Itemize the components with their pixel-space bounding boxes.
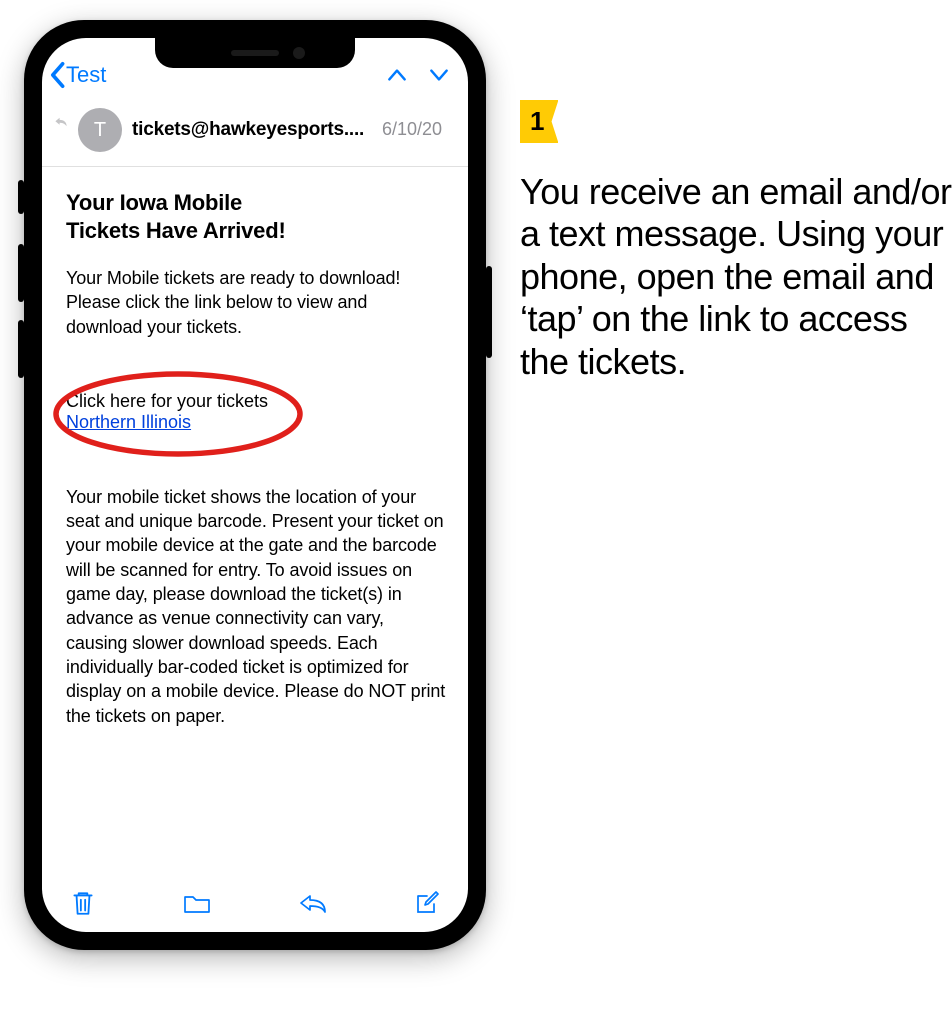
power-button <box>486 266 492 358</box>
chevron-left-icon <box>48 61 66 89</box>
mail-toolbar <box>42 872 468 932</box>
message-header: T tickets@hawkeyesports.... 6/10/20 <box>42 102 468 167</box>
sender-address[interactable]: tickets@hawkeyesports.... <box>132 119 364 141</box>
ticket-link[interactable]: Northern Illinois <box>66 412 191 432</box>
phone-mockup: Test T tickets@hawkeyesports... <box>24 20 486 950</box>
back-label: Test <box>66 62 106 88</box>
notch <box>155 38 355 68</box>
message-subject: Your Iowa Mobile Tickets Have Arrived! <box>66 189 448 244</box>
volume-up-button <box>18 244 24 302</box>
phone-screen: Test T tickets@hawkeyesports... <box>42 38 468 932</box>
reply-button[interactable] <box>298 891 328 915</box>
link-prompt: Click here for your tickets <box>66 391 448 412</box>
sender-avatar[interactable]: T <box>78 108 122 152</box>
ticket-link-block: Click here for your tickets Northern Ill… <box>66 391 448 433</box>
volume-down-button <box>18 320 24 378</box>
instruction-panel: 1 You receive an email and/or a text mes… <box>520 20 952 950</box>
mute-switch <box>18 180 24 214</box>
intro-paragraph: Your Mobile tickets are ready to downloa… <box>66 266 448 339</box>
details-paragraph: Your mobile ticket shows the location of… <box>66 485 448 728</box>
step-number: 1 <box>530 106 544 136</box>
reply-indicator-icon <box>54 113 68 134</box>
front-camera <box>293 47 305 59</box>
trash-button[interactable] <box>70 889 96 917</box>
message-date: 6/10/20 <box>382 119 448 140</box>
speaker <box>231 50 279 56</box>
step-instruction: You receive an email and/or a text messa… <box>520 171 952 383</box>
mail-app: Test T tickets@hawkeyesports... <box>42 38 468 932</box>
message-body: Your Iowa Mobile Tickets Have Arrived! Y… <box>42 167 468 872</box>
compose-button[interactable] <box>414 890 440 916</box>
avatar-initial: T <box>94 119 106 142</box>
step-number-flag: 1 <box>520 100 558 143</box>
back-button[interactable]: Test <box>48 61 106 89</box>
move-folder-button[interactable] <box>182 891 212 915</box>
previous-message-button[interactable] <box>386 64 408 86</box>
next-message-button[interactable] <box>428 64 450 86</box>
